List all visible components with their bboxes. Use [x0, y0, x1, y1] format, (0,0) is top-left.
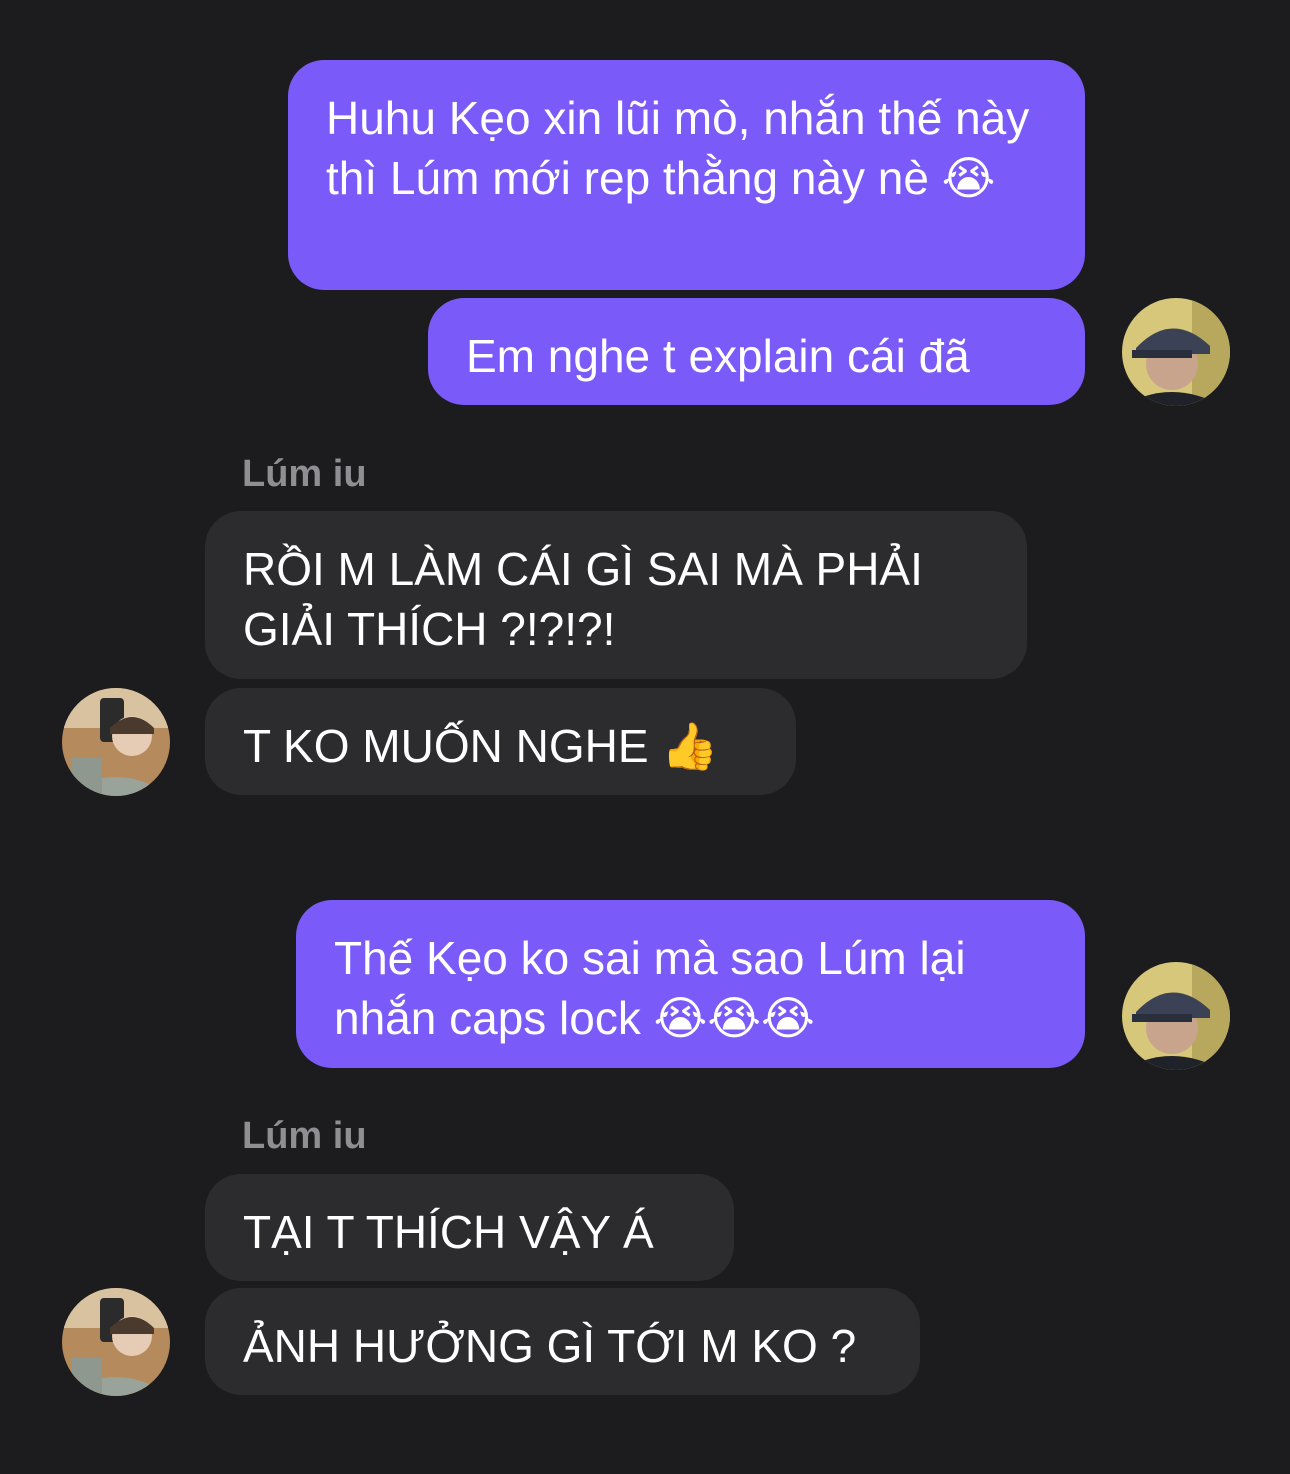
message-text: Em nghe t explain cái đã	[466, 330, 970, 382]
outgoing-message-bubble[interactable]: Em nghe t explain cái đã	[428, 298, 1085, 405]
message-text: TẠI T THÍCH VẬY Á	[243, 1206, 654, 1258]
outgoing-user-avatar[interactable]	[1122, 962, 1230, 1070]
user-avatar-selfie-icon	[62, 1288, 170, 1396]
incoming-user-avatar[interactable]	[62, 688, 170, 796]
message-text: RỒI M LÀM CÁI GÌ SAI MÀ PHẢI GIẢI THÍCH …	[243, 543, 923, 655]
user-avatar-selfie-icon	[62, 688, 170, 796]
sender-name: Lúm iu	[242, 453, 367, 495]
outgoing-user-avatar[interactable]	[1122, 298, 1230, 406]
incoming-message-bubble[interactable]: RỒI M LÀM CÁI GÌ SAI MÀ PHẢI GIẢI THÍCH …	[205, 511, 1027, 679]
user-avatar-cap-icon	[1122, 962, 1230, 1070]
incoming-message-bubble[interactable]: TẠI T THÍCH VẬY Á	[205, 1174, 734, 1281]
user-avatar-cap-icon	[1122, 298, 1230, 406]
message-text: T KO MUỐN NGHE 👍	[243, 720, 719, 772]
message-text: Huhu Kẹo xin lũi mò, nhắn thế này thì Lú…	[326, 92, 1030, 204]
message-text: ẢNH HƯỞNG GÌ TỚI M KO ?	[243, 1320, 857, 1372]
incoming-message-bubble[interactable]: ẢNH HƯỞNG GÌ TỚI M KO ?	[205, 1288, 920, 1395]
incoming-user-avatar[interactable]	[62, 1288, 170, 1396]
message-text: Thế Kẹo ko sai mà sao Lúm lại nhắn caps …	[334, 932, 966, 1044]
outgoing-message-bubble[interactable]: Huhu Kẹo xin lũi mò, nhắn thế này thì Lú…	[288, 60, 1085, 290]
incoming-message-bubble[interactable]: T KO MUỐN NGHE 👍	[205, 688, 796, 795]
sender-name: Lúm iu	[242, 1115, 367, 1157]
outgoing-message-bubble[interactable]: Thế Kẹo ko sai mà sao Lúm lại nhắn caps …	[296, 900, 1085, 1068]
